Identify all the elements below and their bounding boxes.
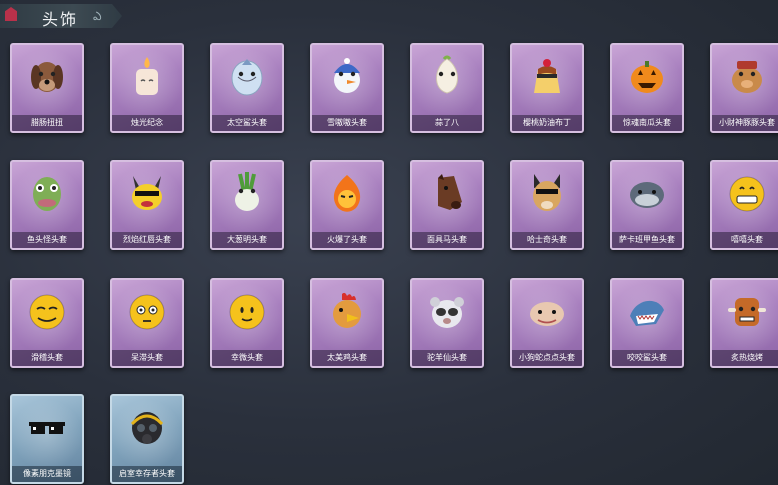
pig-head-icon (726, 55, 768, 97)
headwear-item[interactable]: 萨卡班甲鱼头套 (610, 160, 684, 250)
headwear-item[interactable]: 小财神豚豚头套 (710, 43, 778, 133)
item-label: 樱桃奶油布丁 (512, 115, 582, 131)
headwear-item[interactable]: 嘻嘻头套 (710, 160, 778, 250)
snake-head-icon (526, 290, 568, 332)
snowman-head-icon (326, 55, 368, 97)
headwear-item[interactable]: 鱼头怪头套 (10, 160, 84, 250)
item-label: 太美鸡头套 (312, 350, 382, 366)
item-label: 哈士奇头套 (512, 232, 582, 248)
funny-emoji-head-icon (26, 290, 68, 332)
item-label: 烛光纪念 (112, 115, 182, 131)
gas-mask-helmet-icon (126, 406, 168, 448)
fish-monster-head-icon (26, 172, 68, 214)
pixel-sunglasses-icon (26, 406, 68, 448)
horse-head-icon (426, 172, 468, 214)
headwear-item[interactable]: 腊肠扭扭 (10, 43, 84, 133)
headwear-item[interactable]: 咬咬鲨头套 (610, 278, 684, 368)
headwear-item[interactable]: 烛光纪念 (110, 43, 184, 133)
item-label: 像素朋克墨镜 (12, 466, 82, 482)
headwear-item[interactable]: 呆滞头套 (110, 278, 184, 368)
headwear-item[interactable]: 幸微头套 (210, 278, 284, 368)
item-label: 鱼头怪头套 (12, 232, 82, 248)
headwear-item[interactable]: 滑稽头套 (10, 278, 84, 368)
alpaca-head-icon (426, 290, 468, 332)
dog-head-icon (26, 55, 68, 97)
item-label: 炙热烧烤 (712, 350, 778, 366)
fire-head-icon (326, 172, 368, 214)
headwear-item[interactable]: 樱桃奶油布丁 (510, 43, 584, 133)
bbq-head-icon (726, 290, 768, 332)
item-label: 启室幸存者头套 (112, 466, 182, 482)
headwear-item[interactable]: 惊魂南瓜头套 (610, 43, 684, 133)
headwear-item[interactable]: 面具马头套 (410, 160, 484, 250)
item-label: 小狗蛇点点头套 (512, 350, 582, 366)
headwear-item[interactable]: 太美鸡头套 (310, 278, 384, 368)
item-label: 萨卡班甲鱼头套 (612, 232, 682, 248)
headwear-item[interactable]: 太空鲨头套 (210, 43, 284, 133)
garlic-head-icon (426, 55, 468, 97)
item-label: 蒜了八 (412, 115, 482, 131)
grin-emoji-head-icon (726, 172, 768, 214)
headwear-item[interactable]: 火爆了头套 (310, 160, 384, 250)
headwear-item[interactable]: 烈焰红唇头套 (110, 160, 184, 250)
headwear-item[interactable]: 雪嗷嗷头套 (310, 43, 384, 133)
item-label: 滑稽头套 (12, 350, 82, 366)
headwear-item[interactable]: 蒜了八 (410, 43, 484, 133)
stare-emoji-head-icon (126, 290, 168, 332)
item-label: 雪嗷嗷头套 (312, 115, 382, 131)
headwear-item[interactable]: 哈士奇头套 (510, 160, 584, 250)
armored-fish-head-icon (626, 172, 668, 214)
item-label: 嘻嘻头套 (712, 232, 778, 248)
section-header: 头饰 ఎ (0, 4, 122, 29)
item-label: 惊魂南瓜头套 (612, 115, 682, 131)
item-label: 烈焰红唇头套 (112, 232, 182, 248)
page-title: 头饰 (42, 10, 79, 29)
item-label: 大葱明头套 (212, 232, 282, 248)
husky-head-icon (526, 172, 568, 214)
biting-shark-head-icon (626, 290, 668, 332)
item-label: 呆滞头套 (112, 350, 182, 366)
headwear-item[interactable]: 像素朋克墨镜 (10, 394, 84, 484)
item-label: 面具马头套 (412, 232, 482, 248)
headwear-item[interactable]: 大葱明头套 (210, 160, 284, 250)
item-label: 腊肠扭扭 (12, 115, 82, 131)
candle-head-icon (126, 55, 168, 97)
headwear-item[interactable]: 启室幸存者头套 (110, 394, 184, 484)
scallion-head-icon (226, 172, 268, 214)
headwear-item[interactable]: 炙热烧烤 (710, 278, 778, 368)
space-shark-head-icon (226, 55, 268, 97)
smile-emoji-head-icon (226, 290, 268, 332)
item-label: 太空鲨头套 (212, 115, 282, 131)
red-badge-icon (5, 7, 17, 21)
item-label: 幸微头套 (212, 350, 282, 366)
chicken-head-icon (326, 290, 368, 332)
headwear-item[interactable]: 驼羊仙头套 (410, 278, 484, 368)
item-label: 小财神豚豚头套 (712, 115, 778, 131)
item-label: 咬咬鲨头套 (612, 350, 682, 366)
yellow-creature-head-icon (126, 172, 168, 214)
pumpkin-head-icon (626, 55, 668, 97)
headwear-item[interactable]: 小狗蛇点点头套 (510, 278, 584, 368)
item-label: 火爆了头套 (312, 232, 382, 248)
pudding-head-icon (526, 55, 568, 97)
item-label: 驼羊仙头套 (412, 350, 482, 366)
ornament-icon: ఎ (93, 9, 102, 23)
